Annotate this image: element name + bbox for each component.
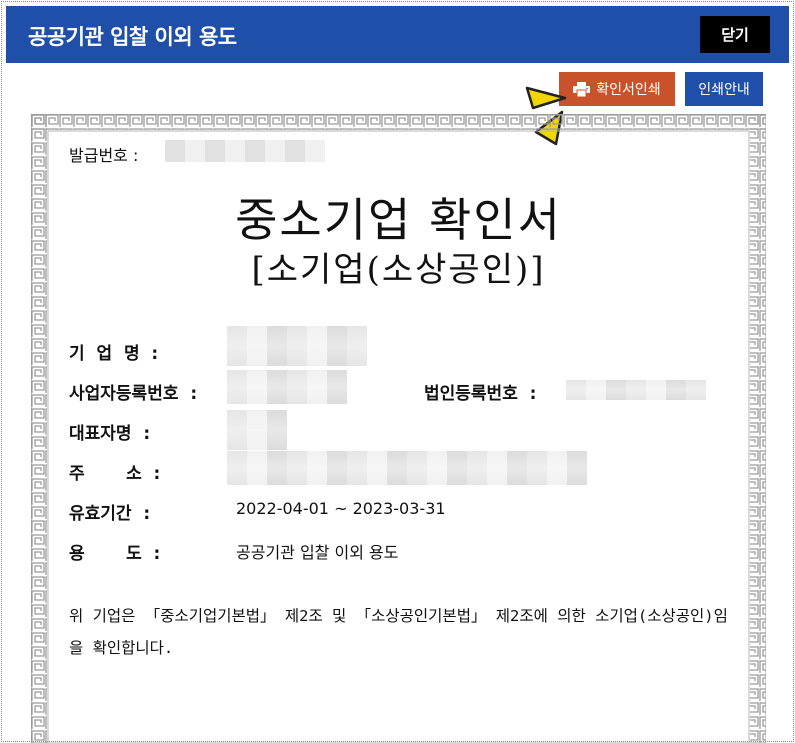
popup-titlebar: 공공기관 입찰 이외 용도 닫기 <box>6 6 789 63</box>
purpose-value: 공공기관 입찰 이외 용도 <box>236 543 399 562</box>
certificate-content: 발급번호 : 중소기업 확인서 [소기업(소상공인)] 기 업 명 : 사업자등… <box>31 114 766 743</box>
validity-value: 2022-04-01 ~ 2023-03-31 <box>236 499 446 518</box>
certificate-title: 중소기업 확인서 <box>235 193 562 247</box>
print-certificate-button[interactable]: 확인서인쇄 <box>559 72 675 106</box>
popup-title: 공공기관 입찰 이외 용도 <box>28 25 237 49</box>
company-name-label: 기 업 명 : <box>69 344 159 364</box>
ceo-name-redacted <box>227 410 287 450</box>
business-reg-redacted <box>227 370 347 404</box>
print-button-label: 확인서인쇄 <box>596 82 661 98</box>
address-label: 주 소 : <box>69 464 161 484</box>
ceo-name-label: 대표자명 : <box>69 424 151 444</box>
issue-number-redacted <box>165 140 325 162</box>
purpose-label: 용 도 : <box>69 544 161 564</box>
corp-reg-label: 법인등록번호 : <box>424 384 537 404</box>
printer-icon <box>573 81 591 97</box>
issue-number-label: 발급번호 : <box>69 146 139 165</box>
certificate-subtitle: [소기업(소상공인)] <box>251 250 546 290</box>
close-button[interactable]: 닫기 <box>700 16 770 53</box>
print-guide-button[interactable]: 인쇄안내 <box>685 72 763 106</box>
certificate-statement: 위 기업은 「중소기업기본법」 제2조 및 「소상공인기본법」 제2조에 의한 … <box>69 607 728 657</box>
validity-label: 유효기간 : <box>69 504 151 524</box>
address-redacted <box>227 451 587 485</box>
company-name-redacted <box>227 326 367 366</box>
corp-reg-redacted <box>566 380 706 400</box>
business-reg-label: 사업자등록번호 : <box>69 384 198 404</box>
